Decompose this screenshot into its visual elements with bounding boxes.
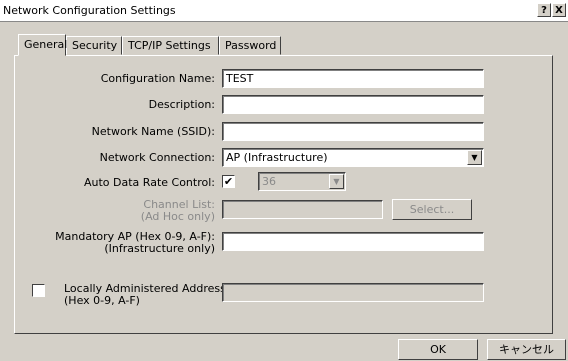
locally-administered-label: Locally Administered Address: (Hex 0-9, …: [64, 283, 230, 307]
window-title: Network Configuration Settings: [3, 4, 176, 17]
network-name-label: Network Name (SSID):: [91, 125, 215, 138]
network-connection-select[interactable]: AP (Infrastructure) ▼: [222, 148, 484, 167]
checkmark-icon: ✔: [223, 175, 234, 188]
locally-administered-checkbox[interactable]: [32, 284, 45, 297]
configuration-name-label: Configuration Name:: [100, 72, 215, 85]
tab-password[interactable]: Password: [219, 36, 281, 55]
ok-button[interactable]: OK: [398, 339, 478, 360]
locally-administered-label-line2: (Hex 0-9, A-F): [64, 294, 140, 307]
tab-tcpip-settings[interactable]: TCP/IP Settings: [122, 36, 219, 55]
tab-general[interactable]: General: [18, 34, 67, 56]
tab-security[interactable]: Security: [66, 36, 122, 55]
close-icon: X: [555, 5, 563, 16]
chevron-down-icon[interactable]: ▼: [329, 174, 344, 189]
data-rate-value: 36: [262, 175, 276, 188]
help-icon: ?: [541, 5, 547, 16]
auto-data-rate-checkbox[interactable]: ✔: [222, 175, 235, 188]
help-button[interactable]: ?: [537, 3, 551, 17]
mandatory-ap-label: Mandatory AP (Hex 0-9, A-F): (Infrastruc…: [40, 231, 215, 255]
network-connection-value: AP (Infrastructure): [226, 151, 328, 164]
configuration-name-field[interactable]: TEST: [222, 69, 484, 88]
mandatory-ap-label-line2: (Infrastructure only): [104, 242, 215, 255]
title-bar: Network Configuration Settings ? X: [0, 0, 568, 22]
auto-data-rate-label: Auto Data Rate Control:: [84, 176, 215, 189]
channel-list-field[interactable]: [222, 200, 383, 219]
network-name-field[interactable]: [222, 122, 484, 141]
channel-list-label: Channel List: (Ad Hoc only): [40, 199, 215, 223]
data-rate-select[interactable]: 36 ▼: [258, 172, 346, 191]
description-field[interactable]: [222, 95, 484, 114]
locally-administered-field[interactable]: [222, 283, 484, 302]
cancel-button[interactable]: キャンセル: [487, 339, 566, 360]
close-button[interactable]: X: [552, 3, 566, 17]
chevron-down-icon[interactable]: ▼: [467, 150, 482, 165]
network-connection-label: Network Connection:: [99, 151, 215, 164]
mandatory-ap-field[interactable]: [222, 232, 484, 251]
channel-list-label-line2: (Ad Hoc only): [140, 210, 215, 223]
select-button[interactable]: Select...: [392, 199, 472, 220]
description-label: Description:: [148, 98, 215, 111]
